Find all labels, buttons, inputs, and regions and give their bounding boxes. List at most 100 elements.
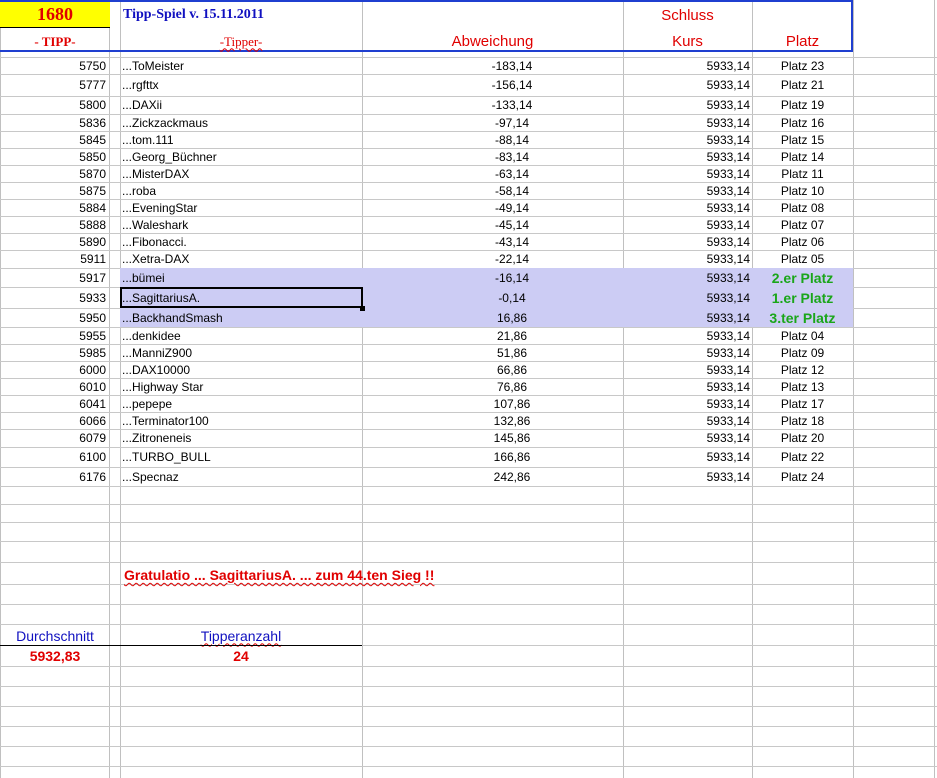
- kurs-cell[interactable]: 5933,14: [623, 96, 752, 114]
- kurs-cell[interactable]: 5933,14: [623, 327, 752, 344]
- tipper-cell[interactable]: ...pepepe: [120, 395, 362, 412]
- active-cell-outline[interactable]: [120, 287, 363, 308]
- abweichung-cell[interactable]: -156,14: [362, 74, 662, 96]
- platz-cell[interactable]: Platz 20: [752, 429, 853, 447]
- tipper-cell[interactable]: ...denkidee: [120, 327, 362, 344]
- tipp-cell[interactable]: 6176: [0, 467, 110, 486]
- platz-cell[interactable]: Platz 12: [752, 361, 853, 378]
- abweichung-cell[interactable]: 132,86: [362, 412, 662, 429]
- col-header-tipper[interactable]: -Tipper-: [120, 30, 362, 52]
- col-header-schluss[interactable]: Schluss: [623, 2, 752, 28]
- kurs-cell[interactable]: 5933,14: [623, 395, 752, 412]
- kurs-cell[interactable]: 5933,14: [623, 57, 752, 74]
- platz-cell[interactable]: Platz 05: [752, 250, 853, 268]
- tipper-cell[interactable]: ...ToMeister: [120, 57, 362, 74]
- tipper-cell[interactable]: ...DAX10000: [120, 361, 362, 378]
- tipper-cell[interactable]: ...ManniZ900: [120, 344, 362, 361]
- tipp-cell[interactable]: 5950: [0, 308, 110, 327]
- platz-cell[interactable]: Platz 24: [752, 467, 853, 486]
- tipper-cell[interactable]: ...Specnaz: [120, 467, 362, 486]
- abweichung-cell[interactable]: 21,86: [362, 327, 662, 344]
- kurs-cell[interactable]: 5933,14: [623, 344, 752, 361]
- tipp-cell[interactable]: 6066: [0, 412, 110, 429]
- abweichung-cell[interactable]: -16,14: [362, 268, 662, 287]
- platz-cell[interactable]: Platz 17: [752, 395, 853, 412]
- abweichung-cell[interactable]: -49,14: [362, 199, 662, 216]
- col-header-tipp[interactable]: - TIPP-: [0, 30, 110, 52]
- abweichung-cell[interactable]: 145,86: [362, 429, 662, 447]
- abweichung-cell[interactable]: 66,86: [362, 361, 662, 378]
- platz-cell[interactable]: Platz 21: [752, 74, 853, 96]
- tipper-cell[interactable]: ...Zickzackmaus: [120, 114, 362, 131]
- tipp-cell[interactable]: 5911: [0, 250, 110, 268]
- col-header-abweichung[interactable]: Abweichung: [362, 30, 623, 52]
- abweichung-cell[interactable]: -83,14: [362, 148, 662, 165]
- tipp-cell[interactable]: 5955: [0, 327, 110, 344]
- abweichung-cell[interactable]: -43,14: [362, 233, 662, 250]
- kurs-cell[interactable]: 5933,14: [623, 429, 752, 447]
- abweichung-cell[interactable]: 242,86: [362, 467, 662, 486]
- col-header-kurs[interactable]: Kurs: [623, 30, 752, 52]
- kurs-cell[interactable]: 5933,14: [623, 74, 752, 96]
- abweichung-cell[interactable]: 51,86: [362, 344, 662, 361]
- tipp-cell[interactable]: 6041: [0, 395, 110, 412]
- kurs-cell[interactable]: 5933,14: [623, 182, 752, 199]
- tipper-cell[interactable]: ...Fibonacci.: [120, 233, 362, 250]
- platz-cell[interactable]: 3.ter Platz: [752, 308, 853, 327]
- abweichung-cell[interactable]: -88,14: [362, 131, 662, 148]
- tipp-cell[interactable]: 5933: [0, 287, 110, 308]
- tipper-cell[interactable]: ...Waleshark: [120, 216, 362, 233]
- kurs-cell[interactable]: 5933,14: [623, 165, 752, 182]
- tipper-count-value[interactable]: 24: [120, 646, 362, 666]
- platz-cell[interactable]: Platz 07: [752, 216, 853, 233]
- tipper-cell[interactable]: ...Georg_Büchner: [120, 148, 362, 165]
- abweichung-cell[interactable]: -63,14: [362, 165, 662, 182]
- platz-cell[interactable]: Platz 22: [752, 447, 853, 467]
- kurs-cell[interactable]: 5933,14: [623, 199, 752, 216]
- tipper-cell[interactable]: ...rgfttx: [120, 74, 362, 96]
- fill-handle[interactable]: [360, 306, 365, 311]
- average-label[interactable]: Durchschnitt: [0, 626, 110, 645]
- kurs-cell[interactable]: 5933,14: [623, 361, 752, 378]
- tipp-cell[interactable]: 6000: [0, 361, 110, 378]
- abweichung-cell[interactable]: 76,86: [362, 378, 662, 395]
- kurs-cell[interactable]: 5933,14: [623, 467, 752, 486]
- platz-cell[interactable]: Platz 10: [752, 182, 853, 199]
- abweichung-cell[interactable]: 166,86: [362, 447, 662, 467]
- abweichung-cell[interactable]: -183,14: [362, 57, 662, 74]
- platz-cell[interactable]: Platz 15: [752, 131, 853, 148]
- kurs-cell[interactable]: 5933,14: [623, 148, 752, 165]
- tipper-cell[interactable]: ...DAXii: [120, 96, 362, 114]
- tipper-cell[interactable]: ...BackhandSmash: [120, 308, 362, 327]
- abweichung-cell[interactable]: -0,14: [362, 287, 662, 308]
- kurs-cell[interactable]: 5933,14: [623, 250, 752, 268]
- abweichung-cell[interactable]: -58,14: [362, 182, 662, 199]
- tipper-cell[interactable]: ...Highway Star: [120, 378, 362, 395]
- kurs-cell[interactable]: 5933,14: [623, 447, 752, 467]
- abweichung-cell[interactable]: -22,14: [362, 250, 662, 268]
- tipp-cell[interactable]: 5836: [0, 114, 110, 131]
- tipper-cell[interactable]: ...tom.111: [120, 131, 362, 148]
- tipp-cell[interactable]: 6100: [0, 447, 110, 467]
- kurs-cell[interactable]: 5933,14: [623, 378, 752, 395]
- tipp-cell[interactable]: 6079: [0, 429, 110, 447]
- platz-cell[interactable]: Platz 11: [752, 165, 853, 182]
- platz-cell[interactable]: 1.er Platz: [752, 287, 853, 308]
- kurs-cell[interactable]: 5933,14: [623, 233, 752, 250]
- abweichung-cell[interactable]: 16,86: [362, 308, 662, 327]
- tipp-cell[interactable]: 5800: [0, 96, 110, 114]
- platz-cell[interactable]: Platz 14: [752, 148, 853, 165]
- kurs-cell[interactable]: 5933,14: [623, 308, 752, 327]
- tipp-cell[interactable]: 5870: [0, 165, 110, 182]
- abweichung-cell[interactable]: -133,14: [362, 96, 662, 114]
- tipp-cell[interactable]: 5875: [0, 182, 110, 199]
- sheet-title[interactable]: Tipp-Spiel v. 15.11.2011: [121, 2, 361, 28]
- tipp-cell[interactable]: 5884: [0, 199, 110, 216]
- tipper-cell[interactable]: ...EveningStar: [120, 199, 362, 216]
- abweichung-cell[interactable]: 107,86: [362, 395, 662, 412]
- tipper-cell[interactable]: ...roba: [120, 182, 362, 199]
- tipp-cell[interactable]: 5917: [0, 268, 110, 287]
- average-value[interactable]: 5932,83: [0, 646, 110, 666]
- platz-cell[interactable]: Platz 04: [752, 327, 853, 344]
- tipp-cell[interactable]: 5850: [0, 148, 110, 165]
